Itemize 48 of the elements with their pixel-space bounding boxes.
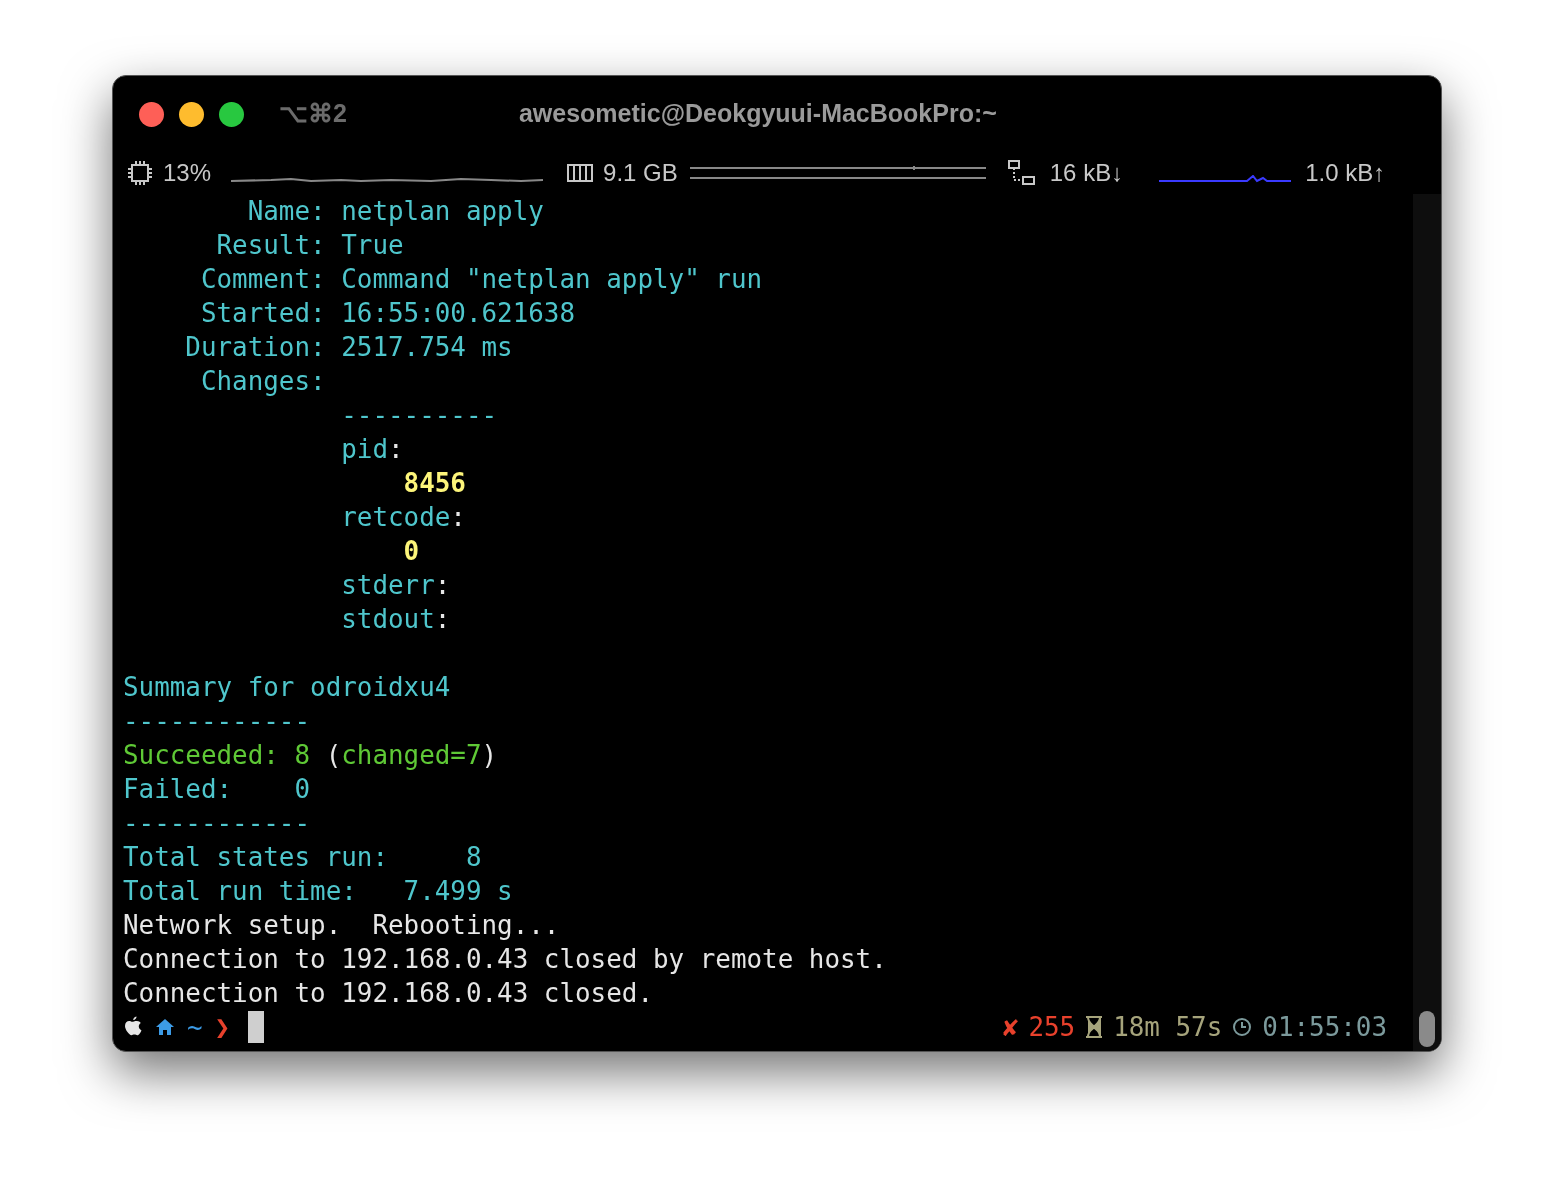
terminal-line: pid: [340, 432, 404, 466]
zoom-button[interactable] [219, 101, 244, 127]
terminal-line: Started: 16:55:00.621638 [199, 296, 576, 330]
memory-usage: 9.1 GB [603, 158, 678, 188]
network-icon [1007, 160, 1036, 186]
current-directory: ~ [187, 1010, 203, 1044]
terminal-line: Duration: 2517.754 ms [184, 330, 513, 364]
terminal-line: ------------ [123, 806, 311, 840]
text-cursor [248, 1011, 265, 1043]
prompt-chevron: ❯ [214, 1010, 231, 1044]
terminal-line: Comment: Command "netplan apply" run [199, 262, 763, 296]
terminal-line: Summary for odroidxu4 [123, 670, 451, 704]
tab-shortcut: ⌥⌘2 [279, 98, 347, 130]
terminal-line: ------------ [123, 704, 311, 738]
terminal-line: Failed: 0 [123, 772, 311, 806]
terminal-line: Connection to 192.168.0.43 closed by remote host. [123, 942, 887, 976]
terminal-line: retcode: [340, 500, 466, 534]
terminal-line: stdout: [340, 602, 451, 636]
terminal-line: Result: True [215, 228, 404, 262]
apple-icon [123, 1016, 143, 1038]
terminal-line: Total run time: 7.499 s [123, 874, 513, 908]
elapsed-time: 18m 57s [1113, 1010, 1223, 1044]
terminal-line: Changes: [199, 364, 326, 398]
terminal-line: Network setup. Rebooting... [123, 908, 560, 942]
memory-icon [567, 163, 594, 183]
home-icon [155, 1018, 175, 1036]
download-rate: 16 kB↓ [1049, 158, 1124, 188]
close-button[interactable] [139, 101, 164, 127]
clock-icon [1232, 1017, 1253, 1037]
hourglass-icon [1085, 1016, 1104, 1038]
terminal-line: 8456 [402, 466, 466, 500]
terminal-line: Total states run: 8 [123, 840, 482, 874]
upload-rate: 1.0 kB↑ [1305, 158, 1386, 188]
terminal-line: Name: netplan apply [246, 194, 544, 228]
error-mark: ✘ [1002, 1010, 1019, 1044]
scrollbar[interactable] [1413, 194, 1441, 1051]
window-title: awesometic@Deokgyuui-MacBookPro:~ [518, 98, 997, 130]
terminal-line: stderr: [340, 568, 451, 602]
cpu-usage: 13% [163, 158, 212, 188]
scrollbar-thumb[interactable] [1419, 1011, 1435, 1047]
terminal-line: ---------- [340, 398, 498, 432]
minimize-button[interactable] [179, 101, 204, 127]
cpu-icon [127, 160, 153, 186]
clock-time: 01:55:03 [1262, 1010, 1387, 1044]
terminal-line: 0 [402, 534, 420, 568]
terminal-line: Connection to 192.168.0.43 closed. [123, 976, 653, 1010]
exit-code: 255 [1028, 1010, 1076, 1044]
terminal-line: Succeeded: 8 (changed=7) [123, 738, 498, 772]
